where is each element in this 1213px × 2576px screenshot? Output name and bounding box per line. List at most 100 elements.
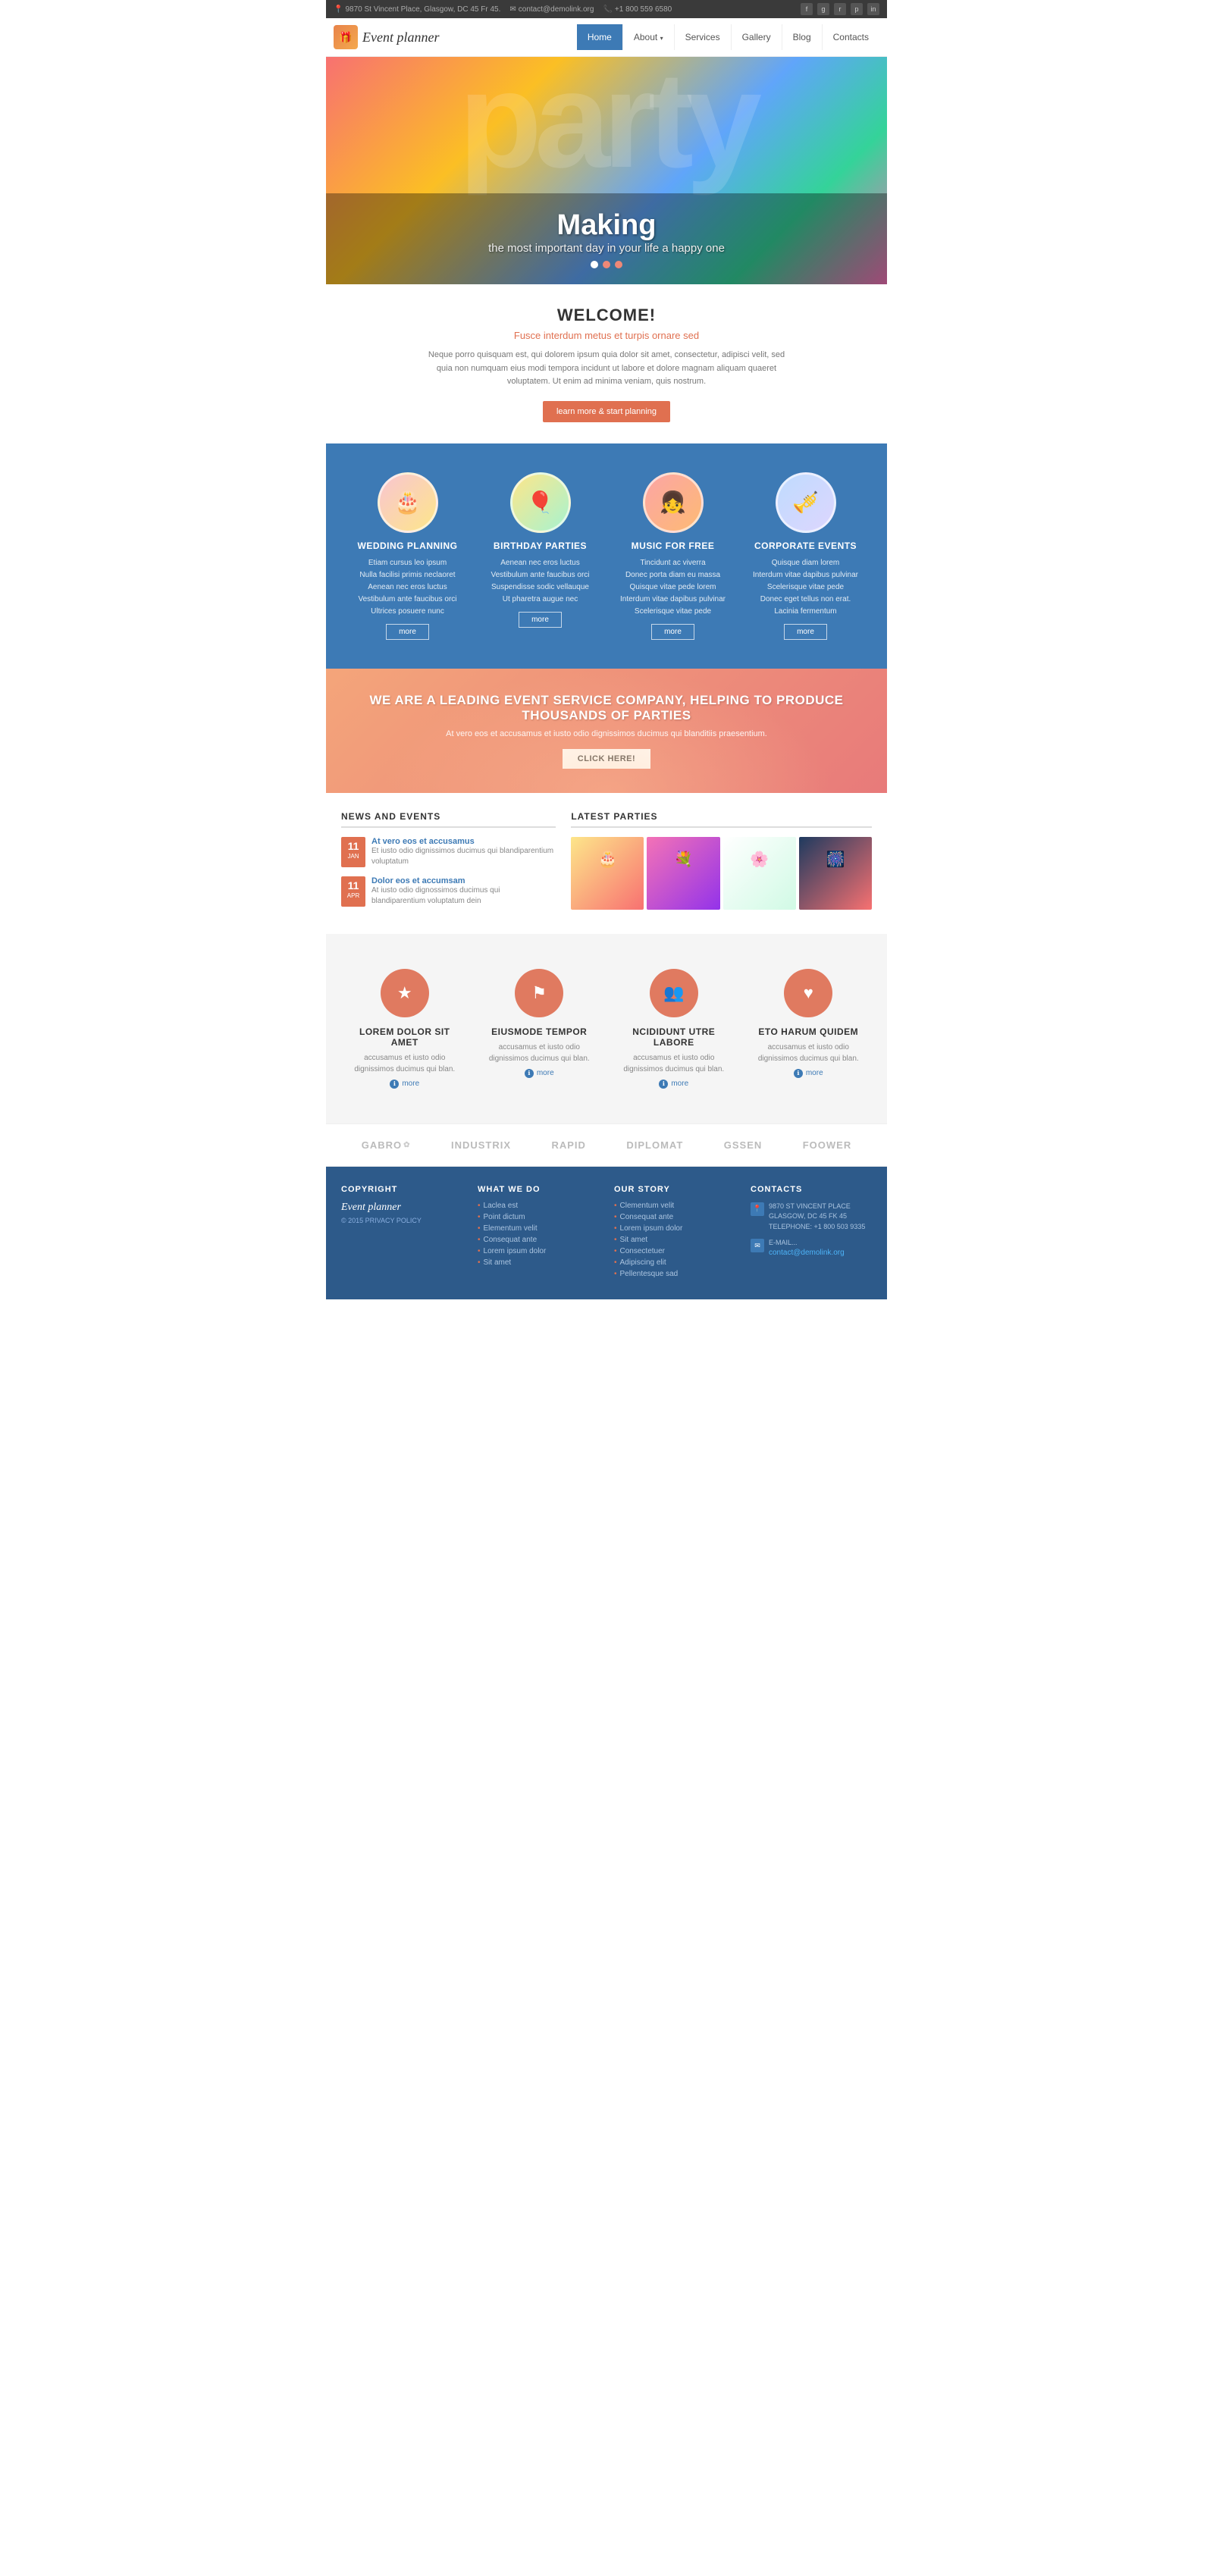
brand-5: GSSEN <box>724 1139 763 1151</box>
service-music-image: 👧 <box>643 472 704 533</box>
phone-icon: 📞 <box>603 5 612 14</box>
service-wedding: 🎂 WEDDING PLANNING Etiam cursus leo ipsu… <box>341 465 474 647</box>
footer-ourstory-link-1[interactable]: •Clementum velit <box>614 1202 735 1210</box>
feature-more-icon-3: ℹ <box>659 1080 668 1089</box>
services-section: 🎂 WEDDING PLANNING Etiam cursus leo ipsu… <box>326 443 887 669</box>
nav-about[interactable]: About ▾ <box>623 24 675 50</box>
feature-4: ♥ ETO HARUM QUIDEM accusamus et iusto od… <box>745 957 873 1101</box>
feature-title-4: ETO HARUM QUIDEM <box>753 1026 865 1037</box>
feature-text-1: accusamus et iusto odio dignissimos duci… <box>349 1052 461 1075</box>
brand-1: GABRO✿ <box>362 1139 411 1151</box>
footer-copyright-label: COPYRIGHT <box>341 1185 462 1194</box>
footer-ourstory-link-4[interactable]: •Sit amet <box>614 1236 735 1244</box>
footer-copyright-text: © 2015 PRIVACY POLICY <box>341 1217 462 1224</box>
service-birthday-more[interactable]: more <box>519 612 562 628</box>
news-item-2: 11 apr Dolor eos et accumsam At iusto od… <box>341 876 556 907</box>
feature-more-4[interactable]: ℹ more <box>753 1069 865 1078</box>
feature-more-icon-2: ℹ <box>525 1069 534 1078</box>
footer-grid: COPYRIGHT Event planner © 2015 PRIVACY P… <box>341 1185 872 1281</box>
footer-ourstory-link-6[interactable]: •Adipiscing elit <box>614 1258 735 1267</box>
feature-icon-3: 👥 <box>650 969 698 1017</box>
pinterest-icon[interactable]: p <box>851 3 863 15</box>
party-thumb-1[interactable]: 🎂 <box>571 837 644 910</box>
service-music-text: Tincidunt ac viverra Donec porta diam eu… <box>617 557 729 618</box>
logo-icon: 🎁 <box>334 25 358 49</box>
footer-whatwedo-link-5[interactable]: •Lorem ipsum dolor <box>478 1247 599 1255</box>
hero-dots[interactable] <box>591 261 622 268</box>
service-music-more[interactable]: more <box>651 624 694 640</box>
hero-overlay: Making the most important day in your li… <box>326 193 887 284</box>
footer-whatwedo-link-6[interactable]: •Sit amet <box>478 1258 599 1267</box>
nav-gallery[interactable]: Gallery <box>732 24 782 50</box>
party-thumb-4[interactable]: 🎆 <box>799 837 872 910</box>
footer-copyright-col: COPYRIGHT Event planner © 2015 PRIVACY P… <box>341 1185 462 1281</box>
feature-more-1[interactable]: ℹ more <box>349 1080 461 1089</box>
news-month-2: apr <box>347 892 359 899</box>
news-month-1: jan <box>347 853 359 860</box>
googleplus-icon[interactable]: g <box>817 3 829 15</box>
service-wedding-text: Etiam cursus leo ipsum Nulla facilisi pr… <box>352 557 463 618</box>
news-section: NEWS AND EVENTS 11 jan At vero eos et ac… <box>341 811 556 916</box>
footer-whatwedo-link-4[interactable]: •Consequat ante <box>478 1236 599 1244</box>
party-thumb-2[interactable]: 💐 <box>647 837 719 910</box>
hero-dot-3[interactable] <box>615 261 622 268</box>
brand-6: FOOWER <box>803 1139 852 1151</box>
footer-whatwedo-link-1[interactable]: •Laclea est <box>478 1202 599 1210</box>
footer-ourstory-link-2[interactable]: •Consequat ante <box>614 1213 735 1221</box>
service-corporate-image: 🎺 <box>776 472 836 533</box>
service-birthday: 🎈 BIRTHDAY PARTIES Aenean nec eros luctu… <box>474 465 606 647</box>
service-corporate-text: Quisque diam lorem Interdum vitae dapibu… <box>750 557 861 618</box>
hero-title: Making <box>557 209 657 242</box>
feature-more-2[interactable]: ℹ more <box>484 1069 596 1078</box>
facebook-icon[interactable]: f <box>801 3 813 15</box>
feature-more-3[interactable]: ℹ more <box>618 1080 730 1089</box>
services-grid: 🎂 WEDDING PLANNING Etiam cursus leo ipsu… <box>341 465 872 647</box>
footer-email-value[interactable]: contact@demolink.org <box>769 1249 845 1257</box>
nav-blog[interactable]: Blog <box>782 24 823 50</box>
nav-contacts[interactable]: Contacts <box>823 24 879 50</box>
news-headline-1[interactable]: At vero eos et accusamus <box>371 837 556 846</box>
rss-icon[interactable]: r <box>834 3 846 15</box>
footer-ourstory-link-3[interactable]: •Lorem ipsum dolor <box>614 1224 735 1233</box>
email-icon: ✉ <box>509 5 516 14</box>
footer-address-text: 9870 ST VINCENT PLACE GLASGOW, DC 45 FK … <box>769 1202 872 1233</box>
social-links[interactable]: f g r p in <box>801 3 879 15</box>
features-section: ★ LOREM DOLOR SIT AMET accusamus et iust… <box>326 934 887 1123</box>
logo-text: Event planner <box>362 30 439 45</box>
service-wedding-more[interactable]: more <box>386 624 429 640</box>
footer-logo: Event planner <box>341 1202 462 1214</box>
news-day-2: 11 <box>346 879 361 892</box>
nav-home[interactable]: Home <box>577 24 623 50</box>
news-date-1: 11 jan <box>341 837 365 867</box>
party-thumb-3[interactable]: 🌸 <box>723 837 796 910</box>
parties-section: LATEST PARTIES 🎂 💐 🌸 🎆 <box>571 811 872 916</box>
news-headline-2[interactable]: Dolor eos et accumsam <box>371 876 556 885</box>
service-birthday-title: BIRTHDAY PARTIES <box>484 541 596 551</box>
service-wedding-title: WEDDING PLANNING <box>352 541 463 551</box>
footer-ourstory-link-7[interactable]: •Pellentesque sad <box>614 1270 735 1278</box>
footer-whatwedo-link-3[interactable]: •Elementum velit <box>478 1224 599 1233</box>
service-corporate-more[interactable]: more <box>784 624 827 640</box>
cta-button[interactable]: CLICK HERE! <box>563 749 650 769</box>
parties-title: LATEST PARTIES <box>571 811 872 828</box>
hero-dot-2[interactable] <box>603 261 610 268</box>
feature-text-4: accusamus et iusto odio dignissimos duci… <box>753 1042 865 1064</box>
features-grid: ★ LOREM DOLOR SIT AMET accusamus et iust… <box>341 957 872 1101</box>
news-body-1: Et iusto odio dignissimos ducimus qui bl… <box>371 846 556 867</box>
footer-address-icon: 📍 <box>751 1202 764 1216</box>
nav-services[interactable]: Services <box>675 24 732 50</box>
feature-text-2: accusamus et iusto odio dignissimos duci… <box>484 1042 596 1064</box>
hero-subtitle: the most important day in your life a ha… <box>488 242 725 255</box>
footer-contacts-title: CONTACTS <box>751 1185 872 1194</box>
footer-address-item: 📍 9870 ST VINCENT PLACE GLASGOW, DC 45 F… <box>751 1202 872 1233</box>
footer-ourstory-link-5[interactable]: •Consectetuer <box>614 1247 735 1255</box>
top-bar-left: 📍 9870 St Vincent Place, Glasgow, DC 45 … <box>334 5 672 14</box>
hero-dot-1[interactable] <box>591 261 598 268</box>
feature-text-3: accusamus et iusto odio dignissimos duci… <box>618 1052 730 1075</box>
learn-more-button[interactable]: learn more & start planning <box>543 401 670 422</box>
footer-whatwedo-link-2[interactable]: •Point dictum <box>478 1213 599 1221</box>
feature-icon-4: ♥ <box>784 969 832 1017</box>
feature-title-3: NCIDIDUNT UTRE LABORE <box>618 1026 730 1048</box>
logo[interactable]: 🎁 Event planner <box>334 25 577 49</box>
linkedin-icon[interactable]: in <box>867 3 879 15</box>
